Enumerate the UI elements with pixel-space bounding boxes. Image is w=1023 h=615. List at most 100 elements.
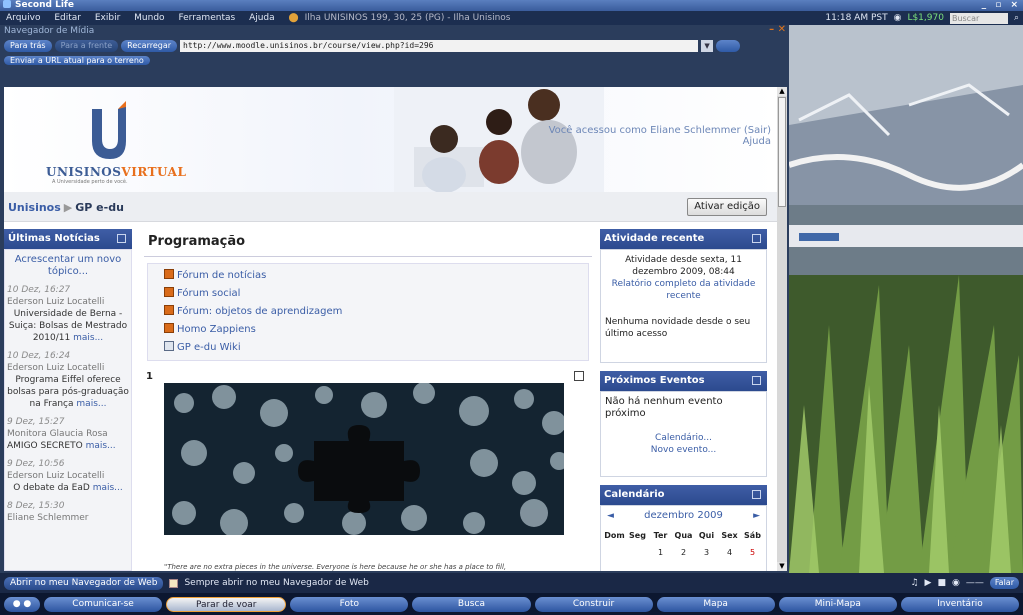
collapse-icon[interactable] — [117, 234, 126, 243]
go-button[interactable] — [716, 40, 741, 52]
volume-icon[interactable]: ◉ — [952, 578, 960, 588]
puzzle-image — [164, 383, 564, 535]
open-in-web-button[interactable]: Abrir no meu Navegador de Web — [4, 576, 164, 590]
forum-item[interactable]: Fórum social — [164, 285, 588, 303]
news-more-link[interactable]: mais... — [86, 441, 116, 451]
section-highlight-icon[interactable] — [574, 371, 584, 381]
right-sidebar: Atividade recente Atividade desde sexta,… — [600, 229, 767, 571]
forum-link[interactable]: Homo Zappiens — [177, 324, 256, 335]
help-link[interactable]: Ajuda — [549, 136, 771, 147]
scroll-down-icon[interactable]: ▼ — [777, 562, 787, 571]
search-input[interactable]: Buscar — [949, 12, 1008, 24]
menu-editar[interactable]: Editar — [54, 13, 81, 23]
upcoming-events-header: Próximos Eventos — [600, 371, 767, 391]
calendar-day[interactable]: 3 — [695, 547, 718, 559]
login-info[interactable]: Você acessou como Eliane Schlemmer (Sair… — [549, 125, 771, 136]
url-input[interactable]: http://www.moodle.unisinos.br/course/vie… — [180, 40, 699, 52]
scroll-up-icon[interactable]: ▲ — [777, 87, 787, 96]
forum-item[interactable]: Fórum: objetos de aprendizagem — [164, 303, 588, 321]
map-button[interactable]: Mapa — [656, 596, 775, 612]
bottom-toolbar: ● ● Comunicar-se Parar de voar Foto Busc… — [0, 593, 1023, 615]
breadcrumb-home[interactable]: Unisinos — [8, 201, 61, 214]
news-text[interactable]: AMIGO SECRETO — [7, 441, 83, 451]
collapse-icon[interactable] — [752, 234, 761, 243]
next-month-icon[interactable]: ► — [753, 510, 760, 522]
location-label[interactable]: Ilha UNISINOS 199, 30, 25 (PG) - Ilha Un… — [305, 13, 511, 23]
new-event-link[interactable]: Novo evento... — [605, 444, 762, 456]
section-title: Programação — [144, 229, 592, 257]
menu-mundo[interactable]: Mundo — [134, 13, 164, 23]
moodle-page: UNISINOSVIRTUAL A Universidade perto de … — [4, 87, 777, 571]
news-more-link[interactable]: mais... — [73, 333, 103, 343]
panel-close-icon[interactable]: – ✕ — [769, 24, 786, 36]
world-scene — [789, 25, 1023, 573]
menu-ferramentas[interactable]: Ferramentas — [178, 13, 235, 23]
page-scrollbar[interactable]: ▲ ▼ — [777, 87, 787, 571]
calendar-day[interactable]: 5 — [741, 547, 764, 559]
media-statusbar: Abrir no meu Navegador de Web Sempre abr… — [0, 573, 1023, 593]
forward-button[interactable]: Para a frente — [54, 40, 119, 52]
collapse-icon[interactable] — [752, 490, 761, 499]
calendar-day[interactable]: 4 — [718, 547, 741, 559]
calendar-link[interactable]: Calendário... — [605, 432, 762, 444]
news-list: Acrescentar um novo tópico... 10 Dez, 16… — [4, 249, 132, 571]
always-open-checkbox[interactable] — [169, 578, 179, 588]
full-report-link[interactable]: Relatório completo da atividade recente — [605, 278, 762, 302]
menu-ajuda[interactable]: Ajuda — [249, 13, 275, 23]
sound-icon[interactable]: ◉ — [894, 11, 902, 25]
back-button[interactable]: Para trás — [4, 40, 52, 52]
communicate-button[interactable]: Comunicar-se — [44, 596, 163, 612]
news-date: 9 Dez, 15:27 — [7, 417, 65, 427]
world-view[interactable] — [789, 25, 1023, 573]
menu-arquivo[interactable]: Arquivo — [6, 13, 40, 23]
calendar-day — [603, 547, 626, 559]
calendar-day[interactable]: 2 — [672, 547, 695, 559]
menu-exibir[interactable]: Exibir — [95, 13, 120, 23]
reload-button[interactable]: Recarregar — [121, 40, 178, 52]
minimap-button[interactable]: Mini-Mapa — [778, 596, 897, 612]
news-text[interactable]: Universidade de Berna - Suiça: Bolsas de… — [9, 309, 127, 343]
build-button[interactable]: Construir — [534, 596, 653, 612]
calendar-day[interactable]: 1 — [649, 547, 672, 559]
news-item: 10 Dez, 16:27 Ederson Luiz Locatelli Uni… — [7, 284, 129, 344]
recent-activity-block: Atividade recente Atividade desde sexta,… — [600, 229, 767, 363]
music-icon[interactable]: ♫ — [910, 578, 918, 588]
breadcrumb-bar: Unisinos ▶ GP e-du Ativar edição — [4, 192, 777, 222]
scroll-thumb[interactable] — [778, 97, 786, 207]
upcoming-events-title: Próximos Eventos — [604, 375, 705, 386]
play-icon[interactable]: ▶ — [925, 578, 932, 588]
chat-bubble-icon[interactable]: ● ● — [4, 596, 40, 612]
news-text[interactable]: O debate da EaD — [13, 483, 90, 493]
forum-item[interactable]: Fórum de notícias — [164, 267, 588, 285]
add-topic-link[interactable]: Acrescentar um novo tópico... — [7, 254, 129, 278]
prev-month-icon[interactable]: ◄ — [607, 510, 614, 522]
forum-item[interactable]: GP e-du Wiki — [164, 339, 588, 357]
inventory-button[interactable]: Inventário — [900, 596, 1019, 612]
balance[interactable]: L$1,970 — [907, 11, 944, 25]
news-more-link[interactable]: mais... — [93, 483, 123, 493]
news-more-link[interactable]: mais... — [76, 399, 106, 409]
search-icon[interactable]: ⌕ — [1014, 11, 1019, 25]
forum-item[interactable]: Homo Zappiens — [164, 321, 588, 339]
stop-flying-button[interactable]: Parar de voar — [166, 596, 287, 612]
volume-slider[interactable]: —— — [966, 578, 984, 588]
snapshot-button[interactable]: Foto — [290, 596, 409, 612]
wiki-link[interactable]: GP e-du Wiki — [177, 342, 241, 353]
forum-link[interactable]: Fórum: objetos de aprendizagem — [177, 306, 342, 317]
weekday-label: Sáb — [744, 531, 761, 540]
speak-button[interactable]: Falar — [989, 577, 1019, 589]
forum-list: Fórum de notícias Fórum social Fórum: ob… — [147, 263, 589, 361]
send-url-button[interactable]: Enviar a URL atual para o terreno — [4, 56, 150, 65]
forum-link[interactable]: Fórum social — [177, 288, 240, 299]
window-controls[interactable]: _ ▫ × — [982, 0, 1021, 11]
forum-link[interactable]: Fórum de notícias — [177, 270, 266, 281]
news-author: Ederson Luiz Locatelli — [7, 363, 105, 373]
news-text[interactable]: Programa Eiffel oferece bolsas para pós-… — [7, 375, 129, 409]
news-author: Monitora Glaucia Rosa — [7, 429, 108, 439]
collapse-icon[interactable] — [752, 376, 761, 385]
news-item: 8 Dez, 15:30 Eliane Schlemmer — [7, 500, 129, 524]
search-button[interactable]: Busca — [412, 596, 531, 612]
stop-icon[interactable]: ■ — [937, 578, 946, 588]
url-history-dropdown[interactable]: ▼ — [701, 40, 714, 52]
edit-mode-button[interactable]: Ativar edição — [687, 198, 767, 216]
